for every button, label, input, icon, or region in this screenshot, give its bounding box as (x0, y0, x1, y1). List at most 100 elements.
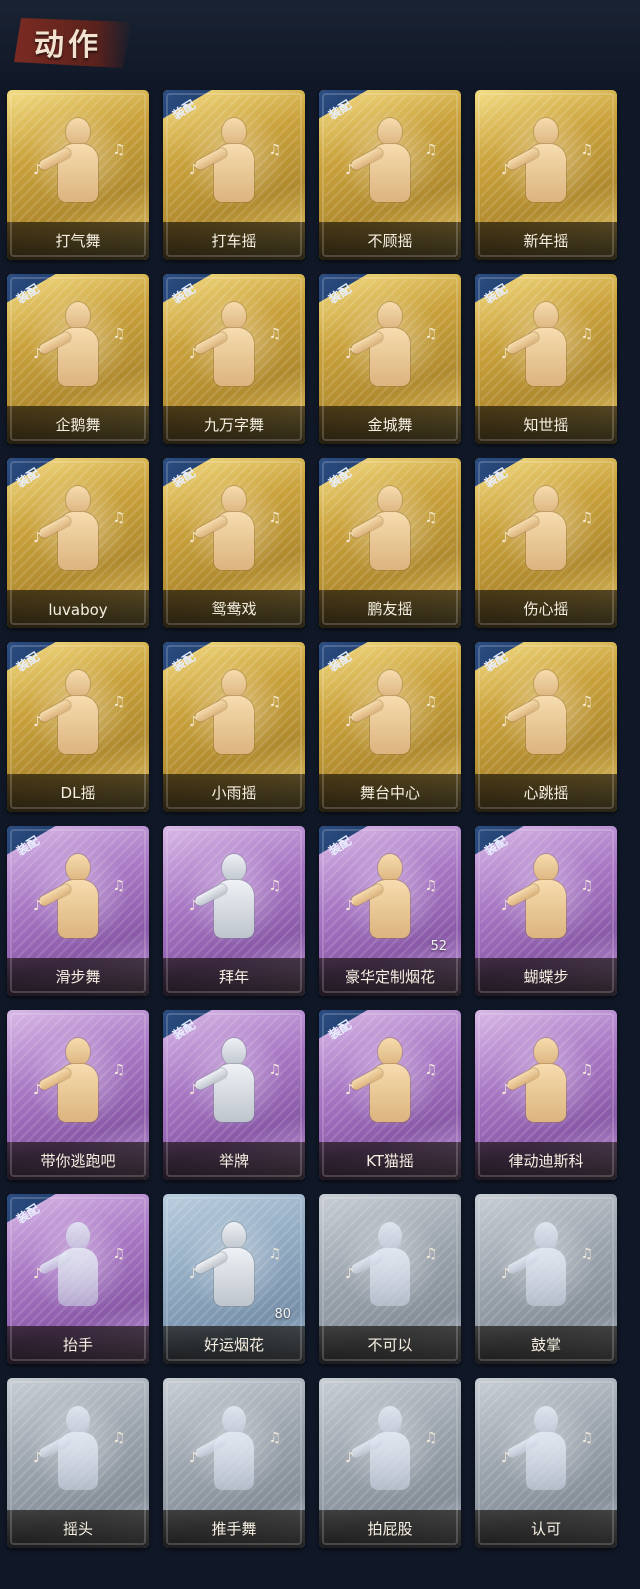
emote-name: 认可 (530, 1520, 561, 1538)
emote-name: 小雨摇 (211, 784, 257, 802)
emote-name: 举牌 (218, 1152, 249, 1170)
emote-card[interactable]: ♪ ♫ 装配 抬手 (7, 1194, 149, 1364)
emote-card[interactable]: ♪ ♫ 80 好运烟花 (163, 1194, 305, 1364)
emote-figure-icon (349, 1222, 416, 1308)
emote-card[interactable]: ♪ ♫ 拍屁股 (319, 1378, 461, 1548)
emote-figure-icon (193, 486, 260, 572)
figure-head (66, 670, 90, 698)
music-note-icon: ♫ (424, 694, 437, 710)
figure-head (222, 1038, 246, 1066)
emote-figure-icon (349, 670, 416, 756)
emote-name: 鼓掌 (530, 1336, 561, 1354)
emote-card[interactable]: ♪ ♫ 装配 滑步舞 (7, 826, 149, 996)
emote-card[interactable]: ♪ ♫ 装配 luvaboy (7, 458, 149, 628)
emote-card[interactable]: ♪ ♫ 装配 九万字舞 (163, 274, 305, 444)
emote-figure-icon (505, 1038, 572, 1124)
emote-card[interactable]: ♪ ♫ 认可 (475, 1378, 617, 1548)
emote-figure-icon (193, 118, 260, 204)
emote-figure-icon (505, 1222, 572, 1308)
page-title: 动作 (34, 28, 102, 63)
emote-card[interactable]: ♪ ♫ 装配 KT猫摇 (319, 1010, 461, 1180)
emote-figure-icon (349, 486, 416, 572)
emote-name: 鸳鸯戏 (211, 600, 257, 618)
music-note-icon: ♪ (33, 1266, 42, 1282)
figure-head (534, 1038, 558, 1066)
emote-card[interactable]: ♪ ♫ 新年摇 (475, 90, 617, 260)
emote-card[interactable]: ♪ ♫ 装配 伤心摇 (475, 458, 617, 628)
emote-card[interactable]: ♪ ♫ 装配 鸳鸯戏 (163, 458, 305, 628)
music-note-icon: ♪ (33, 1450, 42, 1466)
emote-name: 企鹅舞 (55, 416, 101, 434)
music-note-icon: ♫ (112, 142, 125, 158)
emote-card[interactable]: ♪ ♫ 装配 鹏友摇 (319, 458, 461, 628)
emote-figure-icon (193, 1222, 260, 1308)
emote-card[interactable]: ♪ ♫ 装配 DL摇 (7, 642, 149, 812)
emote-card[interactable]: ♪ ♫ 律动迪斯科 (475, 1010, 617, 1180)
figure-head (534, 670, 558, 698)
emote-card[interactable]: ♪ ♫ 装配 舞台中心 (319, 642, 461, 812)
music-note-icon: ♫ (268, 510, 281, 526)
emote-name: 不可以 (367, 1336, 413, 1354)
music-note-icon: ♫ (424, 326, 437, 342)
emote-card[interactable]: ♪ ♫ 带你逃跑吧 (7, 1010, 149, 1180)
emote-card[interactable]: ♪ ♫ 装配 蝴蝶步 (475, 826, 617, 996)
emote-figure-icon (505, 670, 572, 756)
figure-head (534, 486, 558, 514)
emote-card[interactable]: ♪ ♫ 装配 金城舞 (319, 274, 461, 444)
music-note-icon: ♫ (268, 1246, 281, 1262)
music-note-icon: ♪ (189, 898, 198, 914)
figure-head (222, 670, 246, 698)
emote-name: 抬手 (62, 1336, 93, 1354)
emote-figure-icon (37, 1038, 104, 1124)
emote-card[interactable]: ♪ ♫ 装配 小雨摇 (163, 642, 305, 812)
emote-card[interactable]: ♪ ♫ 装配 不顾摇 (319, 90, 461, 260)
emote-figure-icon (505, 302, 572, 388)
emote-name: 金城舞 (367, 416, 413, 434)
music-note-icon: ♫ (580, 878, 593, 894)
music-note-icon: ♪ (189, 530, 198, 546)
emote-card[interactable]: ♪ ♫ 装配 打车摇 (163, 90, 305, 260)
emote-card[interactable]: ♪ ♫ 拜年 (163, 826, 305, 996)
music-note-icon: ♪ (189, 1082, 198, 1098)
emote-card[interactable]: ♪ ♫ 装配 举牌 (163, 1010, 305, 1180)
emote-figure-icon (349, 302, 416, 388)
music-note-icon: ♪ (501, 1082, 510, 1098)
emote-card[interactable]: ♪ ♫ 摇头 (7, 1378, 149, 1548)
figure-head (222, 118, 246, 146)
emote-card[interactable]: ♪ ♫ 装配 心跳摇 (475, 642, 617, 812)
music-note-icon: ♪ (345, 530, 354, 546)
emote-figure-icon (37, 854, 104, 940)
music-note-icon: ♪ (345, 714, 354, 730)
music-note-icon: ♫ (580, 1246, 593, 1262)
figure-head (66, 486, 90, 514)
music-note-icon: ♪ (33, 162, 42, 178)
music-note-icon: ♪ (501, 714, 510, 730)
emote-card[interactable]: ♪ ♫ 装配 知世摇 (475, 274, 617, 444)
music-note-icon: ♫ (580, 326, 593, 342)
emote-card[interactable]: ♪ ♫ 鼓掌 (475, 1194, 617, 1364)
emote-card[interactable]: ♪ ♫ 不可以 (319, 1194, 461, 1364)
emote-card[interactable]: ♪ ♫ 装配 企鹅舞 (7, 274, 149, 444)
emote-figure-icon (193, 670, 260, 756)
music-note-icon: ♫ (112, 1430, 125, 1446)
music-note-icon: ♪ (189, 1266, 198, 1282)
figure-head (378, 1038, 402, 1066)
emote-card[interactable]: ♪ ♫ 装配 52 豪华定制烟花 (319, 826, 461, 996)
emote-card[interactable]: ♪ ♫ 推手舞 (163, 1378, 305, 1548)
emote-figure-icon (349, 1406, 416, 1492)
figure-head (222, 486, 246, 514)
figure-head (66, 1406, 90, 1434)
music-note-icon: ♪ (501, 1450, 510, 1466)
music-note-icon: ♫ (424, 510, 437, 526)
figure-head (222, 1406, 246, 1434)
music-note-icon: ♪ (189, 714, 198, 730)
music-note-icon: ♪ (33, 714, 42, 730)
music-note-icon: ♪ (345, 1082, 354, 1098)
music-note-icon: ♪ (501, 346, 510, 362)
emote-name: 新年摇 (523, 232, 569, 250)
emote-figure-icon (193, 1406, 260, 1492)
figure-head (378, 302, 402, 330)
music-note-icon: ♫ (112, 878, 125, 894)
emote-card[interactable]: ♪ ♫ 打气舞 (7, 90, 149, 260)
emote-figure-icon (193, 302, 260, 388)
